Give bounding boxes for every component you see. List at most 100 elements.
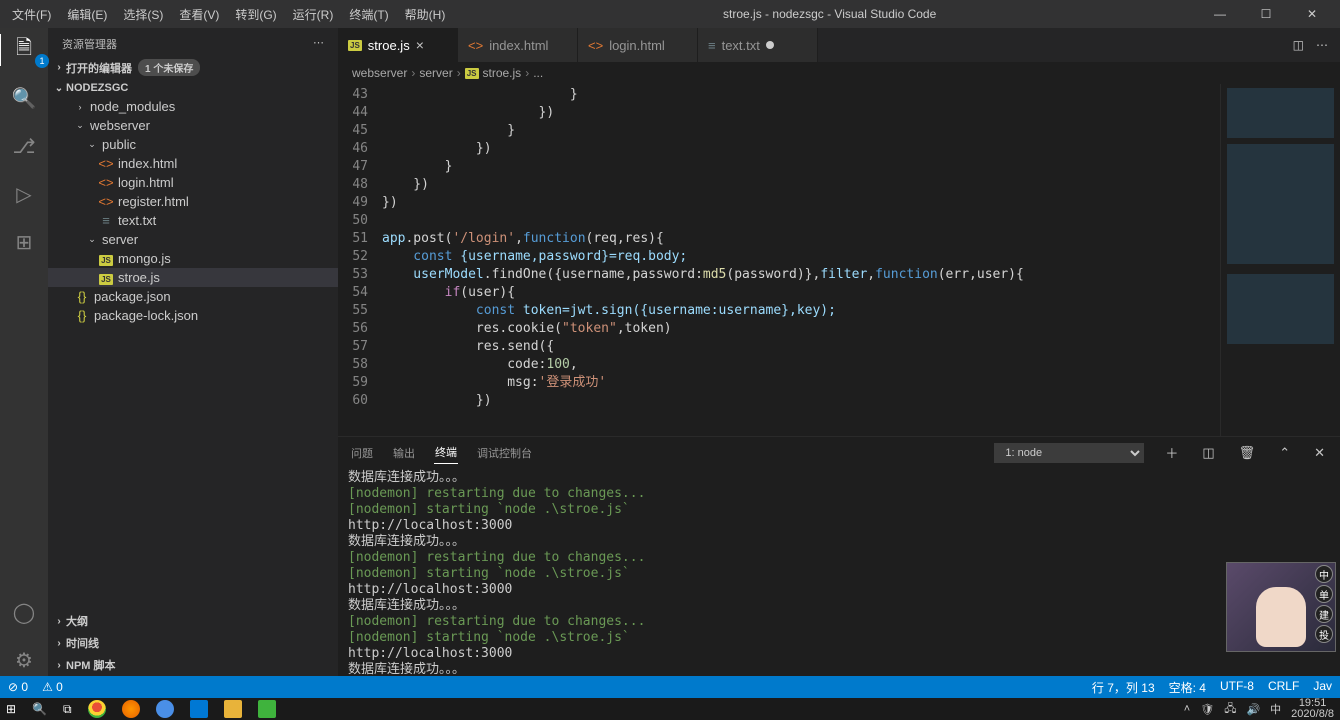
status-cursor-pos[interactable]: 行 7，列 13 (1092, 679, 1155, 696)
json-icon: {} (74, 308, 90, 323)
unsaved-dot-icon (766, 41, 774, 49)
more-icon[interactable]: ⋯ (313, 36, 324, 52)
open-editors-section[interactable]: › 打开的编辑器 1 个未保存 (48, 56, 338, 79)
vscode-icon[interactable] (190, 700, 208, 718)
run-debug-icon[interactable]: ▷ (8, 178, 40, 210)
status-bar: ⊘ 0 ⚠ 0 行 7，列 13 空格: 4 UTF-8 CRLF Jav (0, 676, 1340, 698)
text-icon: ≡ (708, 38, 716, 53)
sogou-icon[interactable] (156, 700, 174, 718)
maximize-icon[interactable]: ☐ (1252, 7, 1280, 21)
account-icon[interactable]: ◯ (8, 596, 40, 628)
tree-folder-node-modules[interactable]: ›node_modules (48, 97, 338, 116)
split-editor-icon[interactable]: ◫ (1293, 38, 1304, 52)
panel-tab-terminal[interactable]: 终端 (434, 441, 458, 464)
terminal-output[interactable]: 数据库连接成功。。。[nodemon] restarting due to ch… (338, 468, 1340, 676)
status-encoding[interactable]: UTF-8 (1220, 679, 1254, 696)
status-indent[interactable]: 空格: 4 (1169, 679, 1206, 696)
minimap[interactable] (1220, 84, 1340, 436)
close-tab-icon[interactable]: × (416, 37, 424, 53)
chevron-down-icon: ⌄ (52, 83, 66, 94)
activity-bar: 🗎 🔍 ⎇ ▷ ⊞ ◯ ⚙ (0, 28, 48, 676)
tree-file-index-html[interactable]: <>index.html (48, 154, 338, 173)
js-icon: JS (98, 270, 114, 285)
file-tree: ›node_modules ⌄webserver ⌄public <>index… (48, 97, 338, 325)
more-actions-icon[interactable]: ⋯ (1316, 38, 1328, 52)
file-explorer-icon[interactable] (224, 700, 242, 718)
tree-file-mongo-js[interactable]: JSmongo.js (48, 249, 338, 268)
status-eol[interactable]: CRLF (1268, 679, 1299, 696)
tab-text-txt[interactable]: ≡text.txt (698, 28, 818, 62)
outline-section[interactable]: ›大纲 (48, 610, 338, 632)
task-view-icon[interactable]: ⧉ (63, 702, 72, 717)
html-icon: <> (468, 38, 483, 53)
code-content[interactable]: } }) } }) } })}) app.post('/login',funct… (382, 84, 1220, 436)
tree-folder-server[interactable]: ⌄server (48, 230, 338, 249)
panel-tab-output[interactable]: 输出 (392, 442, 416, 464)
npm-scripts-section[interactable]: ›NPM 脚本 (48, 654, 338, 676)
unsaved-badge: 1 个未保存 (138, 59, 200, 76)
terminal-select[interactable]: 1: node (994, 443, 1144, 463)
tree-folder-public[interactable]: ⌄public (48, 135, 338, 154)
tab-stroe-js[interactable]: JSstroe.js× (338, 28, 458, 62)
split-terminal-icon[interactable]: ◫ (1199, 445, 1217, 461)
menu-goto[interactable]: 转到(G) (227, 4, 284, 25)
sidebar: 资源管理器 ⋯ › 打开的编辑器 1 个未保存 ⌄ NODEZSGC ›node… (48, 28, 338, 676)
tray-chevron-icon[interactable]: ˄ (1184, 703, 1190, 715)
tree-file-package-json[interactable]: {}package.json (48, 287, 338, 306)
tree-file-login-html[interactable]: <>login.html (48, 173, 338, 192)
close-icon[interactable]: ✕ (1298, 7, 1326, 21)
panel-tab-debug-console[interactable]: 调试控制台 (476, 442, 533, 464)
tree-folder-webserver[interactable]: ⌄webserver (48, 116, 338, 135)
tree-file-stroe-js[interactable]: JSstroe.js (48, 268, 338, 287)
editor-tabs: JSstroe.js× <>index.html <>login.html ≡t… (338, 28, 1340, 62)
menu-terminal[interactable]: 终端(T) (341, 4, 396, 25)
settings-gear-icon[interactable]: ⚙ (8, 644, 40, 676)
menu-view[interactable]: 查看(V) (171, 4, 227, 25)
search-taskbar-icon[interactable]: 🔍 (32, 702, 47, 716)
extensions-icon[interactable]: ⊞ (8, 226, 40, 258)
window-title: stroe.js - nodezsgc - Visual Studio Code (453, 7, 1206, 21)
menu-run[interactable]: 运行(R) (285, 4, 342, 25)
firefox-icon[interactable] (122, 700, 140, 718)
explorer-title: 资源管理器 (62, 36, 117, 52)
code-editor[interactable]: 434445464748495051525354555657585960 } }… (338, 84, 1340, 436)
tray-volume-icon[interactable]: 🔊 (1246, 703, 1260, 716)
kill-terminal-icon[interactable]: 🗑 (1236, 445, 1259, 461)
tree-file-text-txt[interactable]: ≡text.txt (48, 211, 338, 230)
editor-area: JSstroe.js× <>index.html <>login.html ≡t… (338, 28, 1340, 676)
status-warnings[interactable]: ⚠ 0 (42, 680, 63, 694)
json-icon: {} (74, 289, 90, 304)
project-name: NODEZSGC (66, 82, 128, 94)
video-overlay[interactable]: 中单建投 (1226, 562, 1336, 652)
tray-network-icon[interactable]: 🖧 (1224, 700, 1236, 719)
breadcrumb[interactable]: webserver› server› JS stroe.js› ... (338, 62, 1340, 84)
js-icon: JS (98, 251, 114, 266)
minimize-icon[interactable]: — (1206, 7, 1234, 21)
close-panel-icon[interactable]: ✕ (1311, 445, 1328, 461)
tab-login-html[interactable]: <>login.html (578, 28, 698, 62)
menu-edit[interactable]: 编辑(E) (59, 4, 115, 25)
search-icon[interactable]: 🔍 (8, 82, 40, 114)
timeline-section[interactable]: ›时间线 (48, 632, 338, 654)
chrome-icon[interactable] (88, 700, 106, 718)
status-lang[interactable]: Jav (1313, 679, 1332, 696)
project-section[interactable]: ⌄ NODEZSGC (48, 79, 338, 97)
menu-file[interactable]: 文件(F) (4, 4, 59, 25)
menu-help[interactable]: 帮助(H) (397, 4, 454, 25)
new-terminal-icon[interactable]: ＋ (1162, 443, 1181, 462)
tree-file-package-lock-json[interactable]: {}package-lock.json (48, 306, 338, 325)
panel-tab-problems[interactable]: 问题 (350, 442, 374, 464)
source-control-icon[interactable]: ⎇ (8, 130, 40, 162)
maximize-panel-icon[interactable]: ⌃ (1276, 445, 1293, 461)
tree-file-register-html[interactable]: <>register.html (48, 192, 338, 211)
menu-select[interactable]: 选择(S) (115, 4, 171, 25)
app-icon[interactable] (258, 700, 276, 718)
start-icon[interactable]: ⊞ (6, 702, 16, 716)
line-gutter: 434445464748495051525354555657585960 (338, 84, 382, 436)
explorer-icon[interactable]: 🗎 (0, 34, 47, 66)
title-bar: 文件(F) 编辑(E) 选择(S) 查看(V) 转到(G) 运行(R) 终端(T… (0, 0, 1340, 28)
tab-index-html[interactable]: <>index.html (458, 28, 578, 62)
tray-shield-icon[interactable]: 🛡 (1200, 703, 1214, 716)
tray-ime-icon[interactable]: 中 (1270, 701, 1281, 717)
status-errors[interactable]: ⊘ 0 (8, 680, 28, 694)
